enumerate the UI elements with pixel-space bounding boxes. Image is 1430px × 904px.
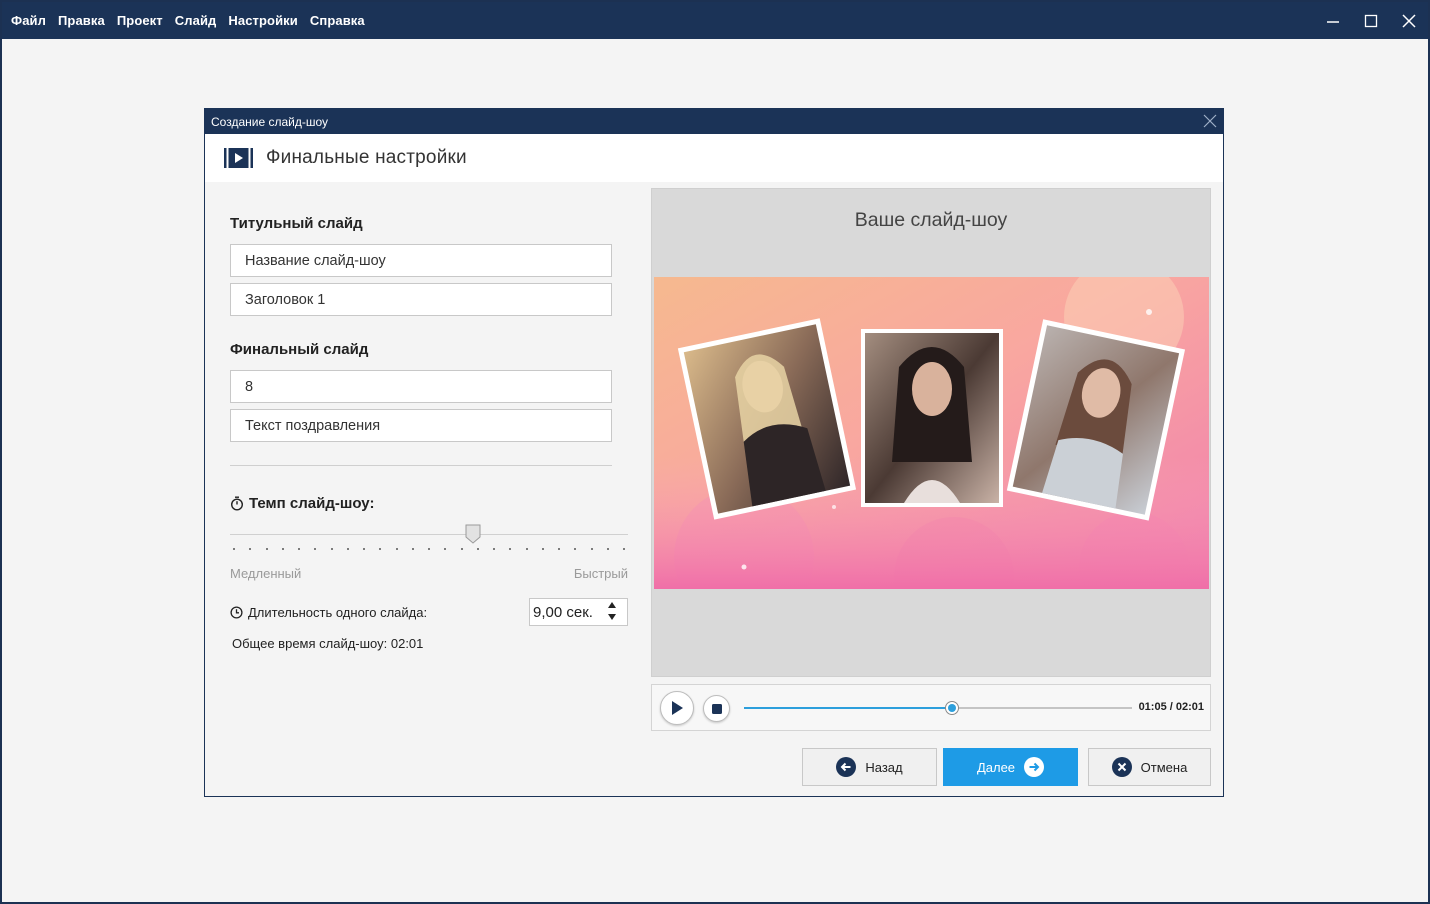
menu-settings[interactable]: Настройки — [222, 13, 304, 28]
slideshow-icon — [224, 148, 253, 168]
menu-edit[interactable]: Правка — [52, 13, 111, 28]
slide-duration-spinbox[interactable]: 9,00 сек. — [529, 598, 628, 626]
spin-arrows — [608, 602, 621, 620]
dialog-close-icon[interactable] — [1203, 114, 1217, 128]
play-icon — [672, 701, 683, 715]
minimize-button[interactable] — [1314, 2, 1352, 39]
dialog-titlebar: Создание слайд-шоу — [205, 109, 1223, 134]
cancel-button[interactable]: Отмена — [1088, 748, 1211, 786]
progress-knob[interactable] — [944, 701, 959, 715]
dialog-header: Финальные настройки — [205, 134, 1223, 182]
slide-duration-row: Длительность одного слайда: 9,00 сек. — [230, 598, 628, 626]
close-icon — [1402, 13, 1416, 28]
stop-button[interactable] — [703, 695, 730, 722]
preview-image — [654, 277, 1209, 589]
menu-bar: Файл Правка Проект Слайд Настройки Справ… — [2, 2, 1428, 39]
final-slide-heading: Финальный слайд — [230, 341, 369, 358]
total-time: Общее время слайд-шоу: 02:01 — [232, 636, 424, 651]
menu-file[interactable]: Файл — [2, 13, 52, 28]
title-heading-field[interactable]: Заголовок 1 — [230, 283, 612, 316]
slide-duration-value: 9,00 сек. — [533, 603, 593, 621]
tempo-label: Темп слайд-шоу: — [249, 495, 375, 512]
tempo-slider[interactable] — [230, 524, 628, 566]
fast-label: Быстрый — [573, 566, 628, 581]
tempo-heading: Темп слайд-шоу: — [230, 495, 630, 512]
slideshow-preview-picture — [654, 277, 1209, 589]
arrow-left-icon — [836, 757, 857, 777]
settings-panel: Титульный слайд Название слайд-шоу Загол… — [230, 209, 630, 651]
playback-progress[interactable] — [744, 701, 1132, 715]
play-button[interactable] — [660, 691, 694, 725]
divider — [230, 465, 612, 466]
player-bar: 01:05 / 02:01 — [651, 684, 1211, 731]
close-window-button[interactable] — [1390, 2, 1428, 39]
slow-label: Медленный — [230, 566, 302, 581]
next-button[interactable]: Далее — [943, 748, 1078, 786]
stop-icon — [711, 703, 722, 714]
slide-duration-label: Длительность одного слайда: — [248, 604, 428, 620]
dialog-title: Создание слайд-шоу — [211, 114, 328, 129]
title-slide-heading: Титульный слайд — [230, 215, 363, 232]
menu-project[interactable]: Проект — [111, 13, 169, 28]
minimize-icon — [1327, 20, 1339, 23]
spin-down-icon[interactable] — [608, 614, 616, 620]
cancel-label: Отмена — [1140, 759, 1188, 775]
final-slide-field[interactable]: 8 — [230, 370, 612, 403]
slideshow-name-field[interactable]: Название слайд-шоу — [230, 244, 612, 277]
menu-help[interactable]: Справка — [304, 13, 371, 28]
stopwatch-icon — [230, 496, 244, 511]
playback-time: 01:05 / 02:01 — [1138, 701, 1204, 713]
create-slideshow-dialog: Создание слайд-шоу Финальные настройки Т… — [204, 108, 1224, 797]
slider-thumb[interactable] — [465, 524, 481, 544]
slider-labels: Медленный Быстрый — [230, 566, 628, 581]
preview-panel: Ваше слайд-шоу — [651, 188, 1211, 677]
congrats-text-field[interactable]: Текст поздравления — [230, 409, 612, 442]
maximize-button[interactable] — [1352, 2, 1390, 39]
page-title: Финальные настройки — [266, 147, 467, 168]
preview-title: Ваше слайд-шоу — [854, 209, 1008, 231]
slider-ticks — [233, 548, 625, 550]
spin-up-icon[interactable] — [608, 602, 616, 608]
slider-track — [230, 534, 628, 535]
back-button[interactable]: Назад — [802, 748, 937, 786]
progress-fill — [744, 707, 952, 709]
maximize-icon — [1364, 14, 1378, 27]
menu-slide[interactable]: Слайд — [169, 13, 223, 28]
clock-icon — [230, 605, 243, 619]
back-label: Назад — [865, 759, 903, 775]
next-label: Далее — [976, 759, 1016, 775]
cancel-icon — [1111, 757, 1132, 777]
window-controls — [1314, 2, 1428, 39]
arrow-right-icon — [1024, 757, 1045, 777]
